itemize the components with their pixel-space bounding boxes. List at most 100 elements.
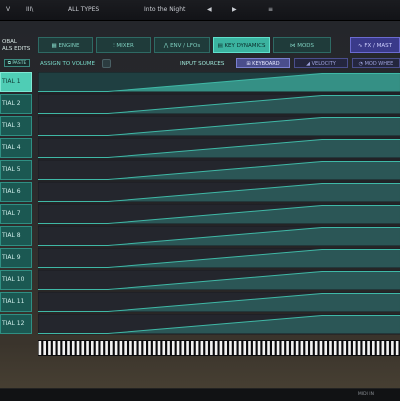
global-partials-edits[interactable]: OBAL ALS EDITS: [0, 37, 36, 57]
partial-button-1[interactable]: TIAL 1: [0, 72, 32, 92]
key[interactable]: [129, 341, 132, 355]
key[interactable]: [286, 341, 289, 355]
key[interactable]: [138, 341, 142, 355]
key[interactable]: [143, 341, 147, 355]
key[interactable]: [124, 341, 127, 355]
key[interactable]: [224, 341, 227, 355]
key[interactable]: [305, 341, 308, 355]
key[interactable]: [391, 341, 394, 355]
tab-mods[interactable]: ⋈ MODS: [273, 37, 331, 53]
source-mod-wheel[interactable]: ◔ MOD WHEE: [352, 58, 400, 68]
key[interactable]: [276, 341, 280, 355]
key[interactable]: [171, 341, 175, 355]
key[interactable]: [67, 341, 70, 355]
partial-button-3[interactable]: TIAL 3: [0, 116, 32, 136]
key[interactable]: [262, 341, 266, 355]
key[interactable]: [271, 341, 275, 355]
key[interactable]: [95, 341, 99, 355]
key[interactable]: [43, 341, 46, 355]
key[interactable]: [248, 341, 251, 355]
key[interactable]: [157, 341, 161, 355]
key[interactable]: [257, 341, 261, 355]
key[interactable]: [62, 341, 66, 355]
tab-fx-master[interactable]: ∿ FX / MAST: [350, 37, 400, 53]
partial-button-8[interactable]: TIAL 8: [0, 226, 32, 246]
key[interactable]: [219, 341, 223, 355]
key[interactable]: [395, 341, 399, 355]
key[interactable]: [167, 341, 170, 355]
tab-engine[interactable]: ▦ ENGINE: [38, 37, 93, 53]
key[interactable]: [191, 341, 194, 355]
key[interactable]: [76, 341, 80, 355]
key[interactable]: [133, 341, 137, 355]
key[interactable]: [100, 341, 104, 355]
key[interactable]: [367, 341, 370, 355]
key[interactable]: [243, 341, 247, 355]
key[interactable]: [195, 341, 199, 355]
key[interactable]: [343, 341, 347, 355]
key[interactable]: [71, 341, 75, 355]
partial-button-7[interactable]: TIAL 7: [0, 204, 32, 224]
key[interactable]: [90, 341, 94, 355]
key[interactable]: [152, 341, 156, 355]
preset-menu-icon[interactable]: ≡: [268, 6, 273, 13]
key[interactable]: [81, 341, 85, 355]
key[interactable]: [372, 341, 375, 355]
partial-button-4[interactable]: TIAL 4: [0, 138, 32, 158]
type-filter[interactable]: ALL TYPES: [68, 6, 99, 13]
key[interactable]: [181, 341, 185, 355]
key[interactable]: [233, 341, 237, 355]
menu-chevron-icon[interactable]: V: [6, 6, 10, 13]
key[interactable]: [362, 341, 366, 355]
key-dynamics-curves[interactable]: [38, 72, 400, 338]
key[interactable]: [86, 341, 89, 355]
paste-button[interactable]: ⧉ PASTE: [4, 59, 30, 67]
key[interactable]: [376, 341, 380, 355]
partial-button-6[interactable]: TIAL 6: [0, 182, 32, 202]
partial-button-2[interactable]: TIAL 2: [0, 94, 32, 114]
key[interactable]: [229, 341, 232, 355]
key[interactable]: [314, 341, 318, 355]
partial-button-9[interactable]: TIAL 9: [0, 248, 32, 268]
key[interactable]: [48, 341, 51, 355]
prev-preset-icon[interactable]: ◀: [207, 6, 212, 13]
key[interactable]: [386, 341, 389, 355]
key[interactable]: [319, 341, 323, 355]
key[interactable]: [52, 341, 56, 355]
key[interactable]: [200, 341, 204, 355]
key[interactable]: [57, 341, 61, 355]
partial-button-11[interactable]: TIAL 11: [0, 292, 32, 312]
tab-env-lfos[interactable]: ⋀ ENV / LFOs: [154, 37, 210, 53]
key[interactable]: [333, 341, 337, 355]
key[interactable]: [300, 341, 304, 355]
keyboard-range[interactable]: [38, 340, 400, 356]
key[interactable]: [338, 341, 342, 355]
partial-button-12[interactable]: TIAL 12: [0, 314, 32, 334]
key[interactable]: [148, 341, 151, 355]
key[interactable]: [114, 341, 118, 355]
key[interactable]: [348, 341, 351, 355]
key[interactable]: [205, 341, 208, 355]
key[interactable]: [186, 341, 189, 355]
key[interactable]: [105, 341, 108, 355]
preset-name[interactable]: Into the Night: [144, 6, 185, 13]
key[interactable]: [214, 341, 218, 355]
partial-button-5[interactable]: TIAL 5: [0, 160, 32, 180]
key[interactable]: [310, 341, 313, 355]
partial-button-10[interactable]: TIAL 10: [0, 270, 32, 290]
key[interactable]: [210, 341, 213, 355]
assign-to-volume-toggle[interactable]: [102, 59, 111, 68]
source-keyboard[interactable]: ⊞ KEYBOARD: [236, 58, 290, 68]
tab-mixer[interactable]: ⫶ MIXER: [96, 37, 151, 53]
key[interactable]: [295, 341, 299, 355]
tab-key-dynamics[interactable]: ▤ KEY DYNAMICS: [213, 37, 270, 53]
key[interactable]: [162, 341, 166, 355]
key[interactable]: [176, 341, 180, 355]
key[interactable]: [252, 341, 256, 355]
source-velocity[interactable]: ◢ VELOCITY: [294, 58, 348, 68]
key[interactable]: [381, 341, 385, 355]
key[interactable]: [38, 341, 42, 355]
key[interactable]: [267, 341, 270, 355]
key[interactable]: [352, 341, 356, 355]
key[interactable]: [281, 341, 285, 355]
